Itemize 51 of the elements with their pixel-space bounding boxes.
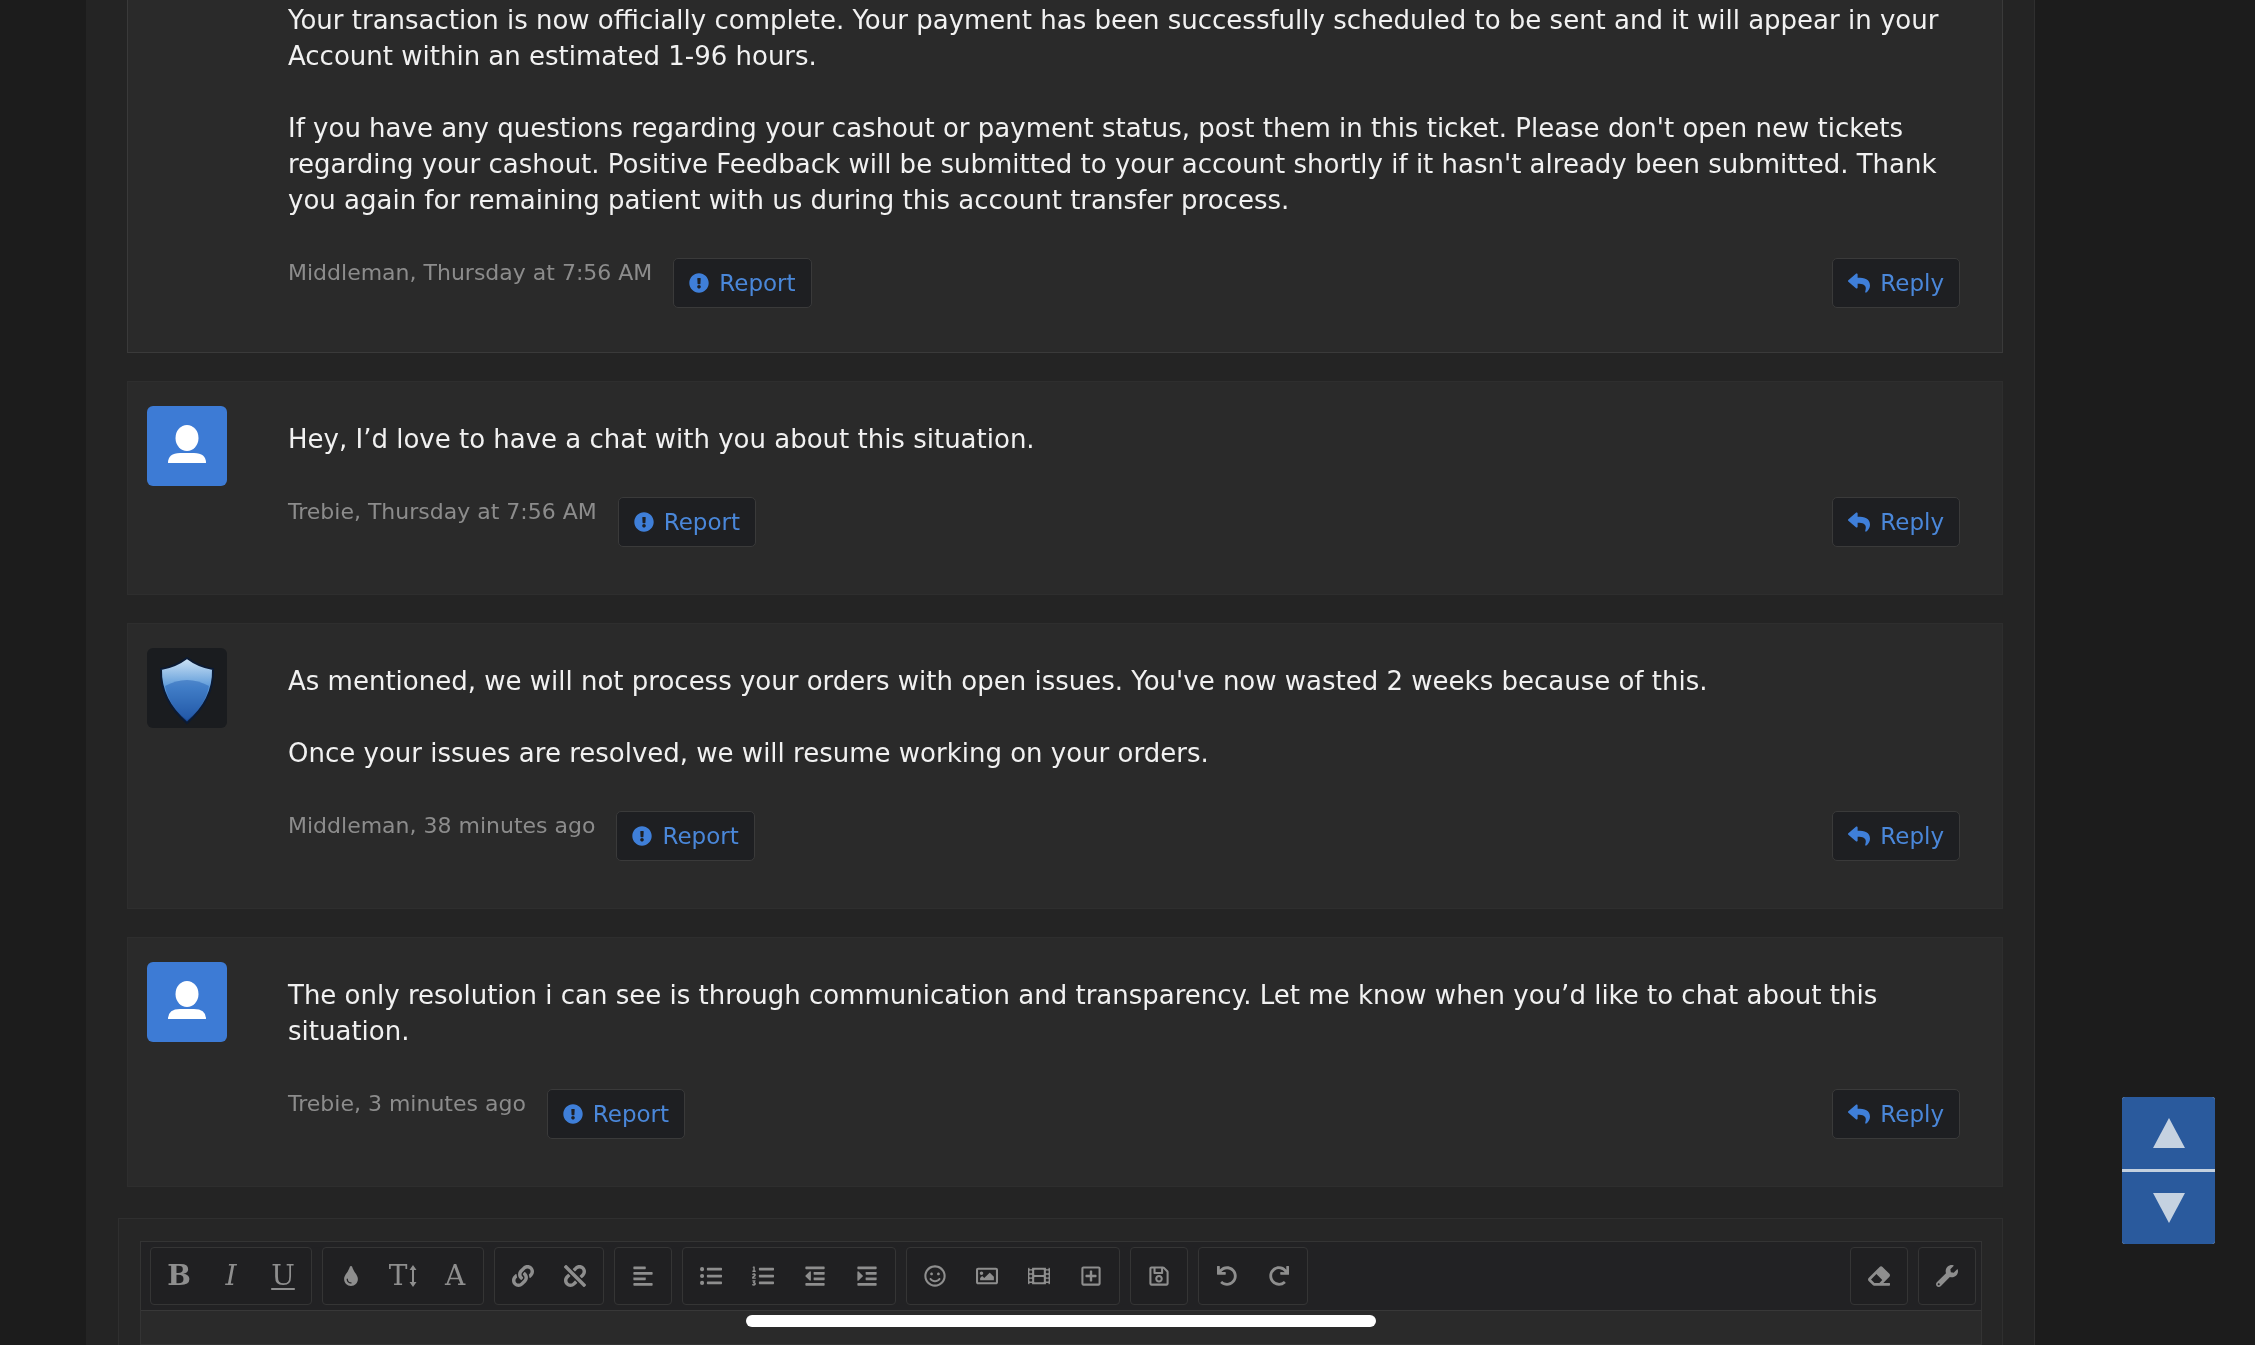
reply-button[interactable]: Reply: [1832, 497, 1960, 547]
bold-button[interactable]: B: [153, 1250, 205, 1302]
post-meta: Trebie, 3 minutes ago: [288, 1090, 526, 1118]
align-left-icon: [632, 1265, 654, 1287]
post-text: Hey, I’d love to have a chat with you about this situation.: [288, 423, 1036, 456]
down-triangle-icon: [2152, 1193, 2185, 1223]
reply-button[interactable]: Reply: [1832, 811, 1960, 861]
shield-avatar[interactable]: [147, 648, 227, 728]
report-button[interactable]: Report: [616, 811, 755, 861]
outdent-icon: [804, 1265, 826, 1287]
undo-icon: [1217, 1266, 1237, 1286]
up-triangle-icon: [2152, 1118, 2185, 1148]
indent-icon: [856, 1265, 878, 1287]
reply-arrow-icon: [1848, 272, 1871, 294]
wrench-icon: [1936, 1265, 1958, 1287]
scrollbar-thumb[interactable]: [746, 1315, 1376, 1327]
redo-icon: [1269, 1266, 1289, 1286]
bulleted-list-icon: [700, 1265, 722, 1287]
user-avatar[interactable]: [147, 962, 227, 1042]
broken-link-icon: [564, 1265, 586, 1287]
scroll-down-button[interactable]: [2122, 1172, 2215, 1244]
italic-button[interactable]: I: [205, 1250, 257, 1302]
reply-arrow-icon: [1848, 1103, 1871, 1125]
numbered-list-icon: [752, 1265, 774, 1287]
post-meta: Middleman, Thursday at 7:56 AM: [288, 259, 653, 287]
scroll-up-button[interactable]: [2122, 1097, 2215, 1169]
post-text: The only resolution i can see is through communication and transparency. Let me know when you’d like to chat about this situation.: [288, 979, 1879, 1048]
post-meta: Middleman, 38 minutes ago: [288, 812, 596, 840]
post-meta: Trebie, Thursday at 7:56 AM: [288, 498, 597, 526]
reply-arrow-icon: [1848, 825, 1871, 847]
report-button[interactable]: Report: [673, 258, 812, 308]
font-button[interactable]: A: [429, 1250, 481, 1302]
droplet-icon: [341, 1266, 361, 1286]
smiley-icon: [924, 1265, 946, 1287]
reply-arrow-icon: [1848, 511, 1871, 533]
font-size-button[interactable]: T: [377, 1250, 429, 1302]
post-text: If you have any questions regarding your cashout or payment status, post them in this ticket. Please don't open new tickets regarding your cashout. Positive Feedback will be submitted to your account shortly if it hasn't already been submitted. Thank you again for remaining patient with us during this account transfer process.: [288, 112, 1938, 217]
report-button[interactable]: Report: [546, 1089, 686, 1139]
link-icon: [512, 1265, 534, 1287]
eraser-icon: [1868, 1265, 1890, 1287]
underline-button[interactable]: U: [257, 1250, 309, 1302]
up-down-arrow-icon: [409, 1264, 418, 1288]
reply-button[interactable]: Reply: [1832, 1089, 1960, 1139]
image-icon: [976, 1265, 998, 1287]
post-text: Your transaction is now officially complete. Your payment has been successfully scheduled to be sent and it will appear in your Account within an estimated 1-96 hours.: [288, 4, 1940, 73]
reply-button[interactable]: Reply: [1832, 258, 1960, 308]
report-button[interactable]: Report: [617, 497, 756, 547]
film-icon: [1028, 1265, 1050, 1287]
user-avatar[interactable]: [147, 406, 227, 486]
post-text: Once your issues are resolved, we will resume working on your orders.: [288, 737, 1210, 770]
post-text: As mentioned, we will not process your orders with open issues. You've now wasted 2 weeks because of this.: [288, 665, 1709, 698]
